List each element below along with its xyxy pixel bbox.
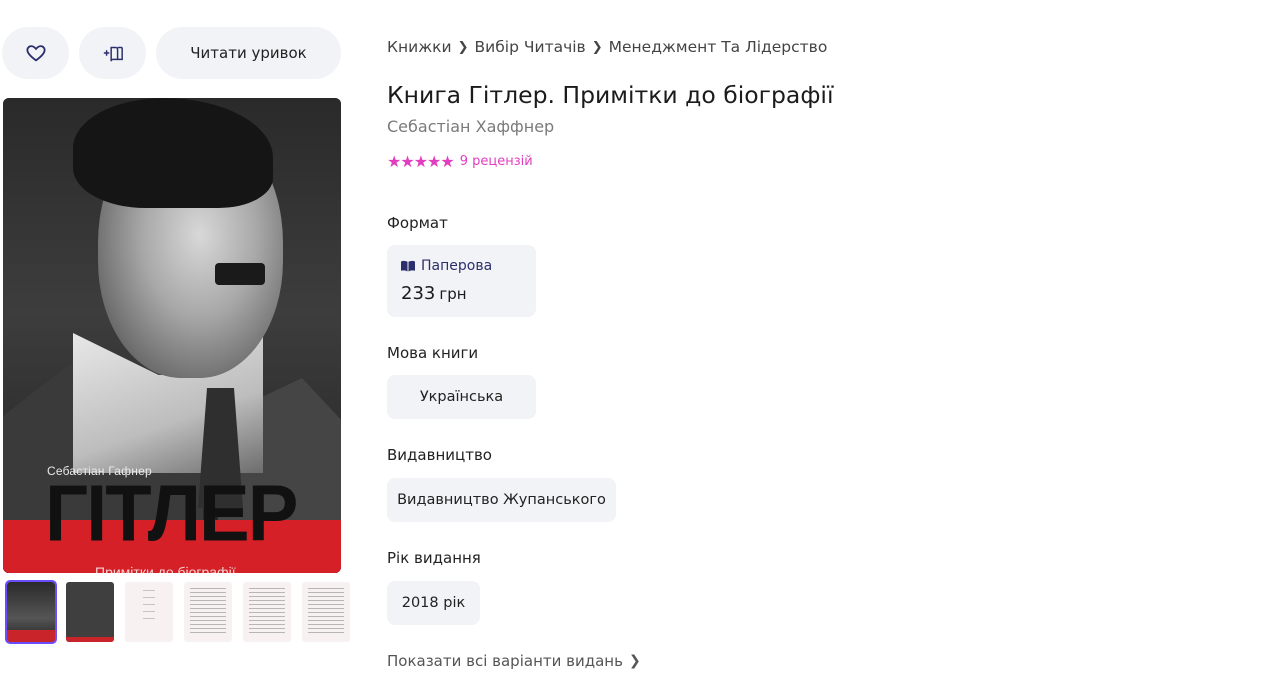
heart-icon xyxy=(25,45,46,62)
format-option-paper[interactable]: Паперова 233 грн xyxy=(387,245,536,317)
publisher-label: Видавництво xyxy=(387,446,492,464)
cover-thumbnail-strip xyxy=(5,580,350,644)
rating: ★★★★★ 9 рецензій xyxy=(387,152,533,171)
book-cover-image[interactable]: Себастіан Гафнер ГІТЛЕР Примітки до біог… xyxy=(3,98,341,573)
format-option-name-row: Паперова xyxy=(401,258,492,274)
cover-portrait-mustache xyxy=(215,263,265,285)
breadcrumb-item-books[interactable]: Книжки xyxy=(387,38,452,56)
year-option[interactable]: 2018 рік xyxy=(387,581,480,625)
author-link[interactable]: Себастіан Хаффнер xyxy=(387,117,554,136)
thumbnail-back-cover[interactable] xyxy=(66,582,114,642)
read-excerpt-button[interactable]: Читати уривок xyxy=(156,27,341,79)
cover-subtitle-text: Примітки до біографії xyxy=(95,564,236,573)
breadcrumb-item-readers-choice[interactable]: Вибір Читачів xyxy=(475,38,586,56)
open-book-icon xyxy=(401,260,415,272)
wishlist-button[interactable] xyxy=(2,27,69,79)
chevron-right-icon: ❯ xyxy=(628,653,641,669)
language-option[interactable]: Українська xyxy=(387,375,536,419)
publisher-option[interactable]: Видавництво Жупанського xyxy=(387,478,616,522)
year-label: Рік видання xyxy=(387,549,481,567)
rating-stars-icon: ★★★★★ xyxy=(387,152,455,171)
thumbnail-page[interactable] xyxy=(184,582,232,642)
chevron-right-icon: ❯ xyxy=(457,39,469,55)
format-option-name: Паперова xyxy=(421,258,493,274)
thumbnail-page[interactable] xyxy=(302,582,350,642)
price-value: 233 xyxy=(401,283,436,304)
cover-title-text: ГІТЛЕР xyxy=(45,468,298,559)
reviews-link[interactable]: 9 рецензій xyxy=(460,154,533,169)
show-all-editions-label: Показати всі варіанти видань xyxy=(387,652,623,670)
breadcrumb-item-management[interactable]: Менеджмент Та Лідерство xyxy=(609,38,828,56)
format-label: Формат xyxy=(387,214,448,232)
thumbnail-page[interactable] xyxy=(125,582,173,642)
price-currency: грн xyxy=(439,285,467,303)
thumbnail-page[interactable] xyxy=(243,582,291,642)
add-to-shelf-button[interactable] xyxy=(79,27,146,79)
thumbnail-cover[interactable] xyxy=(5,580,57,644)
breadcrumb: Книжки ❯ Вибір Читачів ❯ Менеджмент Та Л… xyxy=(387,38,827,56)
show-all-editions-link[interactable]: Показати всі варіанти видань ❯ xyxy=(387,652,641,670)
language-label: Мова книги xyxy=(387,344,479,362)
price: 233 грн xyxy=(401,283,467,304)
chevron-right-icon: ❯ xyxy=(591,39,603,55)
add-to-shelf-icon xyxy=(103,46,123,62)
page-title: Книга Гітлер. Примітки до біографії xyxy=(387,81,834,109)
